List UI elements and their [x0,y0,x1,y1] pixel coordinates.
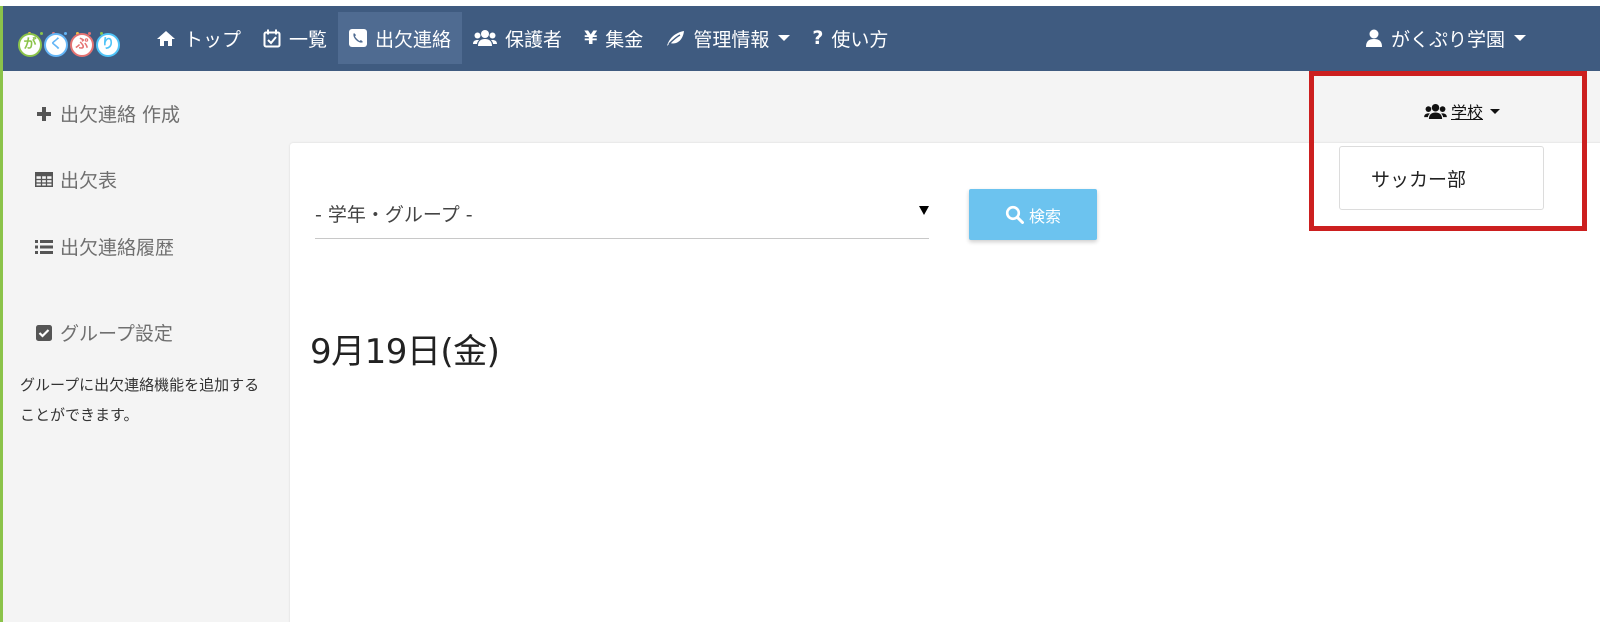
list-icon [35,239,53,254]
leaf-icon [665,29,685,47]
nav-attendance-label: 出欠連絡 [375,28,452,51]
navbar: が く ぷ り トップ 一覧 出欠連絡 保護者 ¥ 集金 管理情報 ? 使い方 … [0,6,1600,71]
search-button[interactable]: 検索 [969,189,1097,240]
nav-list[interactable]: 一覧 [252,12,338,64]
nav-help[interactable]: ? 使い方 [801,12,899,64]
sidebar-item-create[interactable]: 出欠連絡 作成 [35,100,180,127]
nav-top-label: トップ [184,28,242,51]
nav-list-label: 一覧 [289,28,328,51]
sidebar: 出欠連絡 作成 出欠表 出欠連絡履歴 グループ設定 グループに出欠連絡機能を追加… [3,71,278,622]
main-nav: トップ 一覧 出欠連絡 保護者 ¥ 集金 管理情報 ? 使い方 [145,12,899,64]
app-root: が く ぷ り トップ 一覧 出欠連絡 保護者 ¥ 集金 管理情報 ? 使い方 … [0,0,1600,622]
logo-letter: く [44,33,68,57]
users-icon [473,29,498,47]
search-button-label: 検索 [1028,206,1061,226]
home-icon [156,30,176,47]
check-square-icon [35,324,53,341]
nav-collection-label: 集金 [605,28,644,51]
user-menu[interactable]: がくぷり学園 [1365,12,1526,64]
sidebar-item-group-settings[interactable]: グループ設定 [35,319,173,346]
search-icon [1005,205,1024,224]
yen-icon: ¥ [584,27,598,49]
sidebar-item-label: 出欠連絡 作成 [60,104,181,126]
nav-collection[interactable]: ¥ 集金 [573,12,654,64]
sidebar-item-label: 出欠表 [60,170,118,192]
sidebar-item-label: 出欠連絡履歴 [60,237,175,259]
sidebar-item-history[interactable]: 出欠連絡履歴 [35,233,174,260]
chevron-down-icon [778,35,791,41]
sidebar-item-label: グループ設定 [60,323,173,345]
table-icon [35,172,53,187]
app-logo[interactable]: が く ぷ り [18,20,128,60]
nav-top[interactable]: トップ [145,12,252,64]
chevron-down-icon [1514,35,1526,41]
nav-attendance[interactable]: 出欠連絡 [338,12,463,64]
sidebar-item-attendance-table[interactable]: 出欠表 [35,166,117,193]
phone-square-icon [349,29,368,47]
highlight-annotation-box [1309,71,1587,231]
question-icon: ? [812,27,824,49]
user-icon [1365,29,1382,47]
group-settings-note: グループに出欠連絡機能を追加することができます。 [20,376,260,424]
nav-guardians-label: 保護者 [505,28,563,51]
nav-management[interactable]: 管理情報 [654,12,801,64]
logo-letter: り [96,33,120,57]
group-select-value: - 学年・グループ - [315,204,473,226]
logo-letter: ぷ [70,33,94,57]
user-menu-label: がくぷり学園 [1390,28,1505,51]
dropdown-arrow-icon [919,206,929,215]
plus-icon [35,106,53,121]
logo-letter: が [18,33,42,57]
nav-help-label: 使い方 [831,28,889,51]
calendar-check-icon [263,29,281,48]
group-select[interactable]: - 学年・グループ - [315,190,929,239]
nav-guardians[interactable]: 保護者 [462,12,573,64]
logo-dots [28,20,118,35]
date-heading: 9月19日(金) [310,332,500,372]
nav-management-label: 管理情報 [693,28,770,51]
